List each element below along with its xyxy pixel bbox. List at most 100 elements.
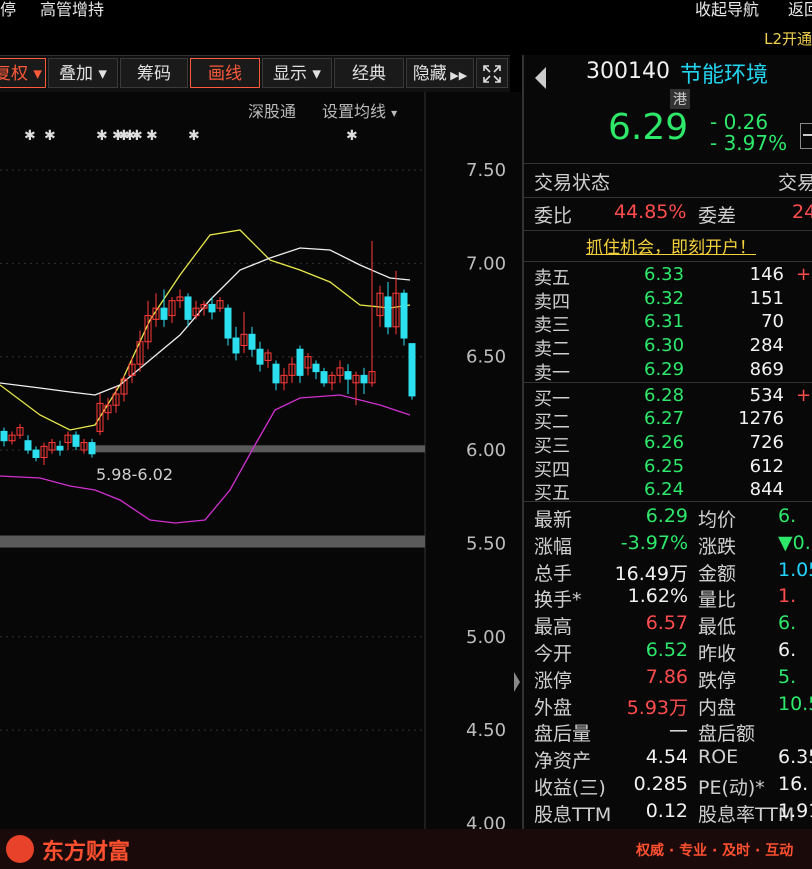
stats-row: 股息TTM0.12股息率TTM1.91 (524, 800, 812, 826)
orderbook-row[interactable]: 买一 6.28 534 +1 (524, 385, 812, 410)
candle-body (400, 292, 408, 339)
orderbook-volume: 146 (749, 264, 784, 285)
orderbook-volume: 726 (749, 431, 784, 453)
classic-button[interactable]: 经典 (334, 58, 404, 88)
orderbook-level: 买一 (534, 388, 570, 410)
price-change-pct: - 3.97% (710, 131, 788, 155)
stat-value: 5.93万 (626, 696, 688, 719)
orderbook-price: 6.32 (644, 287, 685, 309)
stat-value: 1.62% (627, 585, 688, 608)
quote-panel: 300140 节能环境 港 6.29 - 0.26 - 3.97% 交易状态 交… (522, 55, 812, 829)
candle-body (56, 445, 64, 451)
trade-status-label: 交易状态 (534, 172, 611, 194)
orderbook-price: 6.24 (644, 479, 685, 501)
stat-value: 6.52 (645, 639, 688, 661)
chips-button[interactable]: 筹码 (120, 58, 188, 88)
stat-value: 6.29 (645, 505, 688, 527)
fullscreen-button[interactable] (476, 58, 508, 88)
stock-code: 300140 (586, 59, 670, 84)
stat-value: 0.285 (633, 773, 688, 795)
stat-label: 换手* (534, 589, 582, 612)
brand-slogan: 权威 · 专业 · 及时 · 互动 (636, 843, 794, 859)
candle-body (72, 434, 80, 447)
orderbook-level: 买二 (534, 412, 570, 434)
stat-value: 7.86 (645, 665, 688, 688)
stat-label: 金额 (698, 562, 737, 585)
stock-name[interactable]: 节能环境 (680, 57, 768, 89)
stat-value: 1. (778, 585, 797, 608)
candle-body (320, 371, 328, 384)
back-link[interactable]: 返回 (788, 0, 812, 20)
orderbook-row[interactable]: 卖五 6.33 146 +1 (524, 264, 812, 289)
candle-body (232, 337, 240, 354)
stats-row: 净资产 4.54 ROE 6.35 (524, 746, 812, 772)
last-price: 6.29 (608, 107, 689, 148)
fuquan-label: 复权 (0, 64, 29, 84)
orderbook-volume: 844 (749, 479, 784, 501)
stat-label: 涨停 (534, 669, 573, 692)
event-marker-icon: ✱ (146, 128, 158, 144)
divider (524, 163, 812, 164)
price-axis-label: 4.50 (466, 720, 506, 741)
top-item-insider-buy[interactable]: 高管增持 (40, 0, 104, 20)
divider (524, 197, 812, 198)
kline-chart: 7.50 7.00 6.50 6.00 5.50 5.00 4.50 4.00 5.98-6.0… (0, 92, 506, 829)
hide-label: 隐藏 (412, 64, 447, 84)
kline-chart-pane[interactable]: 深股通 设置均线 ▾ 7.50 7.00 6.50 6.00 5.50 5.00 4.50 4… (0, 92, 522, 829)
open-account-link[interactable]: 抓住机会，即刻开户！ (586, 233, 756, 258)
stat-value: 6. (778, 639, 797, 661)
orderbook-volume: 284 (749, 335, 784, 357)
stats-row: 涨停 7.86 跌停 5. (524, 666, 812, 692)
orderbook-volume: 869 (749, 358, 784, 380)
orderbook-row[interactable]: 卖三 6.31 70 (524, 311, 812, 336)
hide-button[interactable]: 隐藏 ▶▶ (406, 58, 474, 88)
orderbook-row[interactable]: 卖一 6.29 869 (524, 358, 812, 384)
overlay-dropdown[interactable]: 叠加 ▾ (48, 58, 118, 88)
event-marker-icon: ✱ (188, 128, 200, 144)
stat-value: 5. (778, 665, 797, 688)
orderbook-level: 卖五 (534, 268, 570, 289)
candle-body (32, 449, 40, 459)
stat-value: 4.54 (645, 746, 688, 769)
stat-label: 最高 (534, 616, 573, 639)
stats-row: 今开 6.52 昨收 6. (524, 639, 812, 665)
orderbook-level: 卖二 (534, 339, 570, 361)
brand-name: 东方财富 (42, 840, 131, 865)
stat-label: 外盘 (534, 696, 573, 719)
add-watchlist-button[interactable] (800, 123, 812, 149)
divider (524, 230, 812, 231)
chart-toolbar: 复权 ▾ 叠加 ▾ 筹码 画线 显示 ▾ 经典 隐藏 ▶▶ (0, 55, 510, 93)
orderbook-row[interactable]: 买四 6.25 612 (524, 455, 812, 481)
top-item-partial[interactable]: 停 (0, 0, 16, 20)
l2-open-link[interactable]: L2开通 (764, 28, 812, 49)
trade-status-value: 交易 (778, 172, 812, 194)
plus-icon (803, 134, 812, 136)
orderbook-row[interactable]: 买二 6.27 1276 (524, 408, 812, 434)
orderbook-row[interactable]: 买五 6.24 844 (524, 479, 812, 504)
stat-label: PE(动)* (698, 777, 765, 799)
divider (524, 261, 812, 262)
divider (524, 501, 812, 502)
price-axis-label: 6.00 (466, 440, 506, 461)
collapse-nav-link[interactable]: 收起导航 (695, 0, 759, 20)
caret-down-icon: ▾ (98, 64, 107, 84)
candle-body (0, 430, 8, 442)
event-marker-icon: ✱ (96, 128, 108, 144)
orderbook-volume: 612 (749, 455, 784, 477)
stat-label: 总手 (534, 562, 573, 585)
candle-body (312, 363, 320, 373)
fuquan-dropdown[interactable]: 复权 ▾ (0, 58, 46, 88)
candle-body (272, 363, 280, 384)
stat-label: 昨收 (698, 643, 737, 665)
prev-stock-arrow[interactable] (532, 63, 548, 97)
orderbook-row[interactable]: 卖四 6.32 151 (524, 287, 812, 313)
orderbook-row[interactable]: 买三 6.26 726 (524, 431, 812, 457)
expand-panel-handle[interactable] (512, 667, 522, 697)
event-marker-icon: ✱ (346, 128, 358, 144)
stats-row: 总手 16.49万金额 1.05 (524, 559, 812, 585)
caret-down-icon: ▾ (312, 64, 321, 84)
orderbook-row[interactable]: 卖二 6.30 284 (524, 335, 812, 361)
display-dropdown[interactable]: 显示 ▾ (262, 58, 332, 88)
draw-line-button[interactable]: 画线 (190, 58, 260, 88)
orderbook-price: 6.26 (644, 431, 685, 453)
